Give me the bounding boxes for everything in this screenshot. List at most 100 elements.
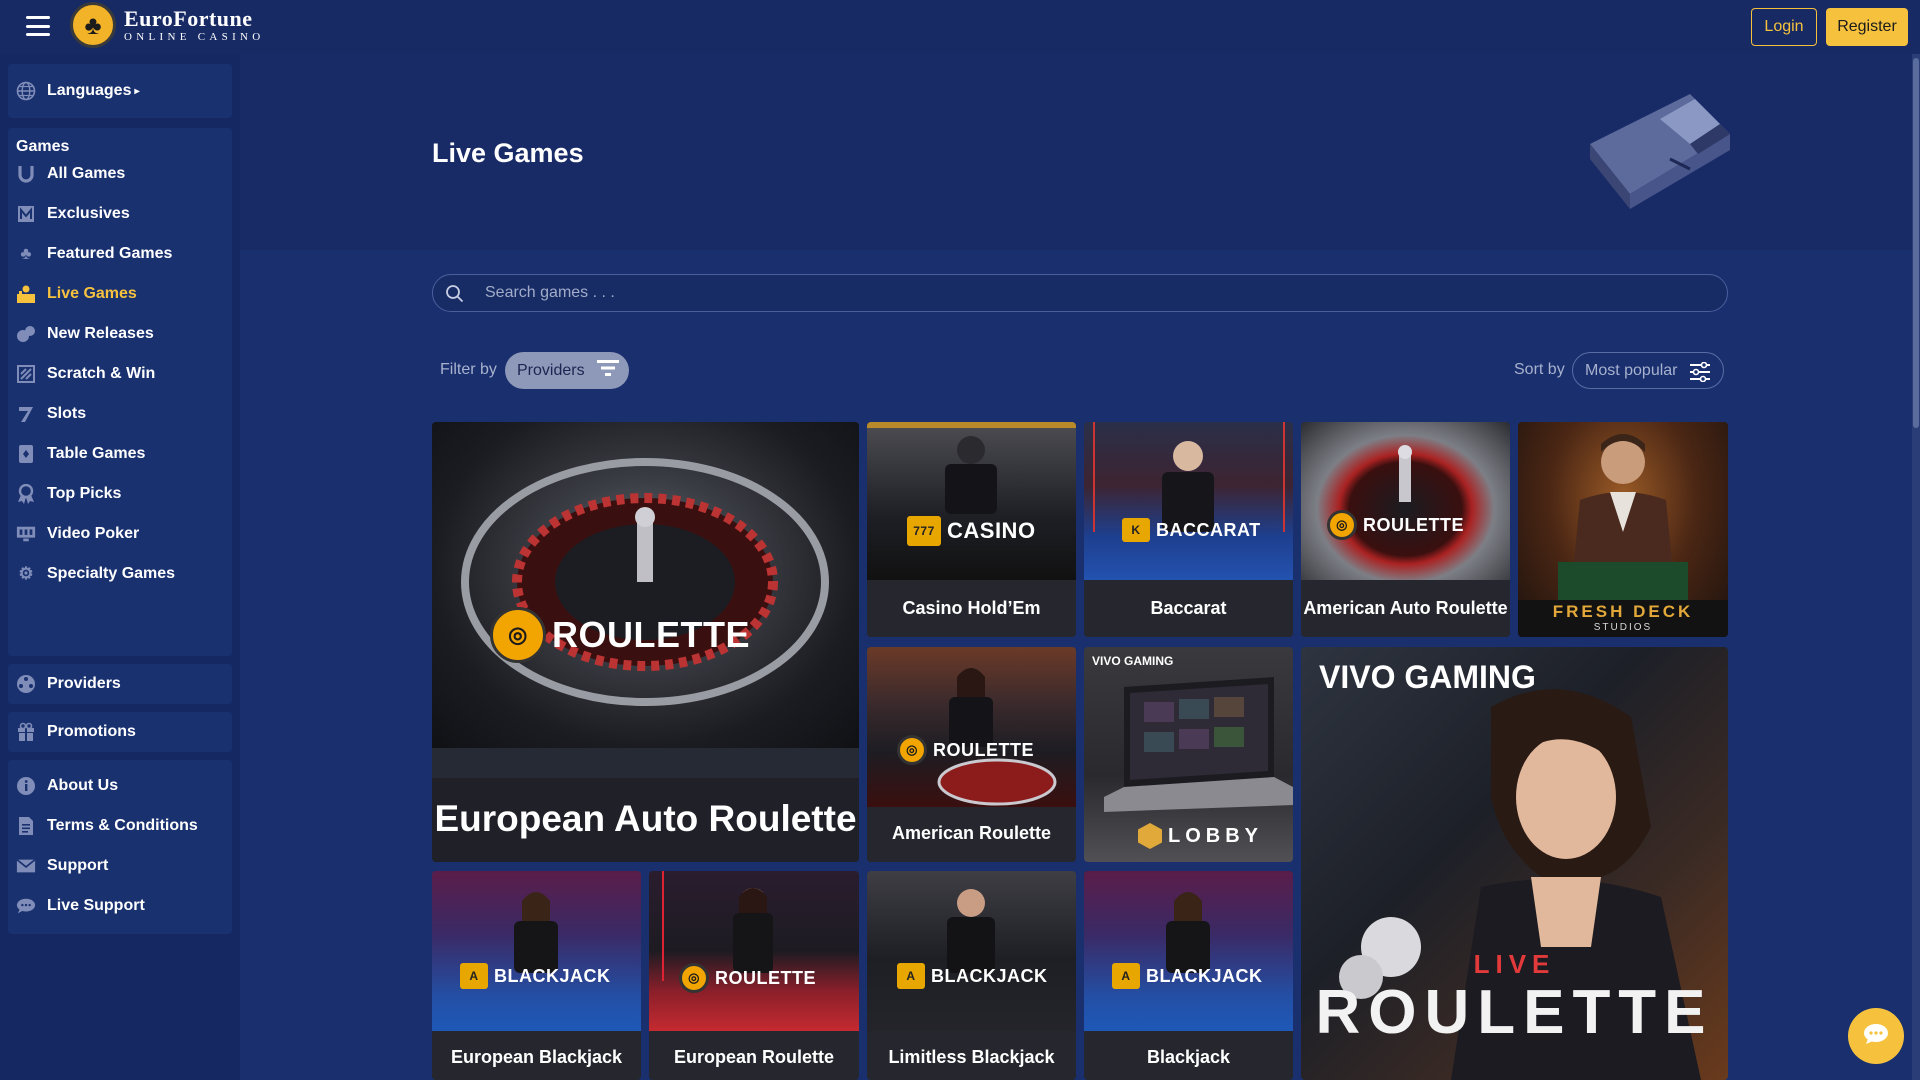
game-brand-label: CASINO bbox=[947, 518, 1036, 543]
game-brand-label: ROULETTE bbox=[1315, 978, 1714, 1047]
card-icon bbox=[16, 444, 36, 464]
languages-item[interactable]: Languages ▸ bbox=[16, 75, 140, 107]
game-tile-baccarat[interactable]: K BACCARAT Baccarat bbox=[1084, 422, 1293, 637]
logo[interactable]: ♣ EuroFortune ONLINE CASINO bbox=[70, 2, 265, 48]
languages-label: Languages bbox=[47, 82, 132, 99]
game-brand: 777 CASINO bbox=[907, 516, 1036, 546]
menu-icon[interactable] bbox=[26, 16, 50, 36]
game-brand: ◎ ROULETTE bbox=[679, 963, 816, 993]
caret-right-icon: ▸ bbox=[134, 85, 140, 97]
sidebar-item-video-poker[interactable]: Video Poker bbox=[16, 518, 139, 550]
monitor-icon bbox=[16, 524, 36, 544]
logo-subtitle: ONLINE CASINO bbox=[124, 30, 265, 43]
roulette-chip-icon: ◎ bbox=[1327, 510, 1357, 540]
sidebar-item-top-picks[interactable]: Top Picks bbox=[16, 478, 121, 510]
sidebar-item-support[interactable]: Support bbox=[16, 850, 108, 882]
sidebar-item-specialty-games[interactable]: ⚙ Specialty Games bbox=[16, 558, 175, 590]
sidebar-item-label: Live Games bbox=[47, 285, 137, 302]
game-title: Baccarat bbox=[1084, 580, 1293, 637]
gear-icon: ⚙ bbox=[18, 564, 34, 583]
top-bar: ♣ EuroFortune ONLINE CASINO Login Regist… bbox=[0, 0, 1920, 54]
chat-bubble-icon bbox=[1863, 1023, 1889, 1050]
live-chat-button[interactable] bbox=[1848, 1008, 1904, 1064]
game-thumbnail bbox=[1084, 871, 1293, 1031]
register-button[interactable]: Register bbox=[1826, 8, 1908, 46]
game-tile-vivo-live-roulette[interactable]: VIVO GAMING LIVE ROULETTE bbox=[1301, 647, 1728, 1080]
game-thumbnail bbox=[1084, 422, 1293, 580]
game-brand-label: ROULETTE bbox=[715, 967, 816, 988]
filter-label: Filter by bbox=[440, 361, 497, 378]
game-thumbnail bbox=[649, 871, 859, 1031]
game-brand-label: ROULETTE bbox=[933, 739, 1034, 760]
sidebar-item-label: Exclusives bbox=[47, 205, 130, 222]
game-brand-label: ROULETTE bbox=[1363, 514, 1464, 535]
sidebar-item-terms-conditions[interactable]: Terms & Conditions bbox=[16, 810, 198, 842]
exclusive-icon bbox=[16, 204, 36, 224]
sidebar-item-about-us[interactable]: About Us bbox=[16, 770, 118, 802]
search-input[interactable] bbox=[485, 275, 1685, 311]
game-title: Limitless Blackjack bbox=[867, 1031, 1076, 1080]
scrollbar-thumb[interactable] bbox=[1913, 58, 1919, 428]
providers-icon bbox=[16, 674, 36, 694]
sidebar-item-label: Top Picks bbox=[47, 485, 122, 502]
sidebar-item-label: Featured Games bbox=[47, 245, 173, 262]
sidebar-item-label: Live Support bbox=[47, 897, 145, 914]
game-title: American Roulette bbox=[867, 807, 1076, 862]
game-brand: A BLACKJACK bbox=[897, 963, 1048, 989]
game-tile-american-auto-roulette[interactable]: ◎ ROULETTE American Auto Roulette bbox=[1301, 422, 1510, 637]
sort-select[interactable]: Most popular bbox=[1572, 352, 1724, 389]
playing-cards-icon: A bbox=[897, 963, 925, 989]
game-title: European Auto Roulette bbox=[432, 778, 859, 862]
sidebar-item-table-games[interactable]: Table Games bbox=[16, 438, 145, 470]
lobby-badge-icon bbox=[1138, 823, 1162, 849]
scratch-icon bbox=[16, 364, 36, 384]
sidebar-item-exclusives[interactable]: Exclusives bbox=[16, 198, 130, 230]
game-tile-casino-holdem[interactable]: 777 CASINO Casino Hold’Em bbox=[867, 422, 1076, 637]
horseshoe-icon bbox=[16, 164, 36, 184]
filter-icon bbox=[596, 359, 619, 382]
sidebar-item-all-games[interactable]: All Games bbox=[16, 158, 125, 190]
page-scrollbar[interactable] bbox=[1912, 54, 1920, 1080]
sidebar-item-live-support[interactable]: Live Support bbox=[16, 890, 145, 922]
game-tile-fresh-deck-studios[interactable]: FRESH DECK STUDIOS bbox=[1518, 422, 1728, 637]
sidebar-item-live-games[interactable]: Live Games bbox=[16, 278, 137, 310]
playing-cards-icon: A bbox=[1112, 963, 1140, 989]
clover-logo-icon: ♣ bbox=[70, 2, 116, 48]
game-tile-american-roulette[interactable]: ◎ ROULETTE American Roulette bbox=[867, 647, 1076, 862]
sidebar-item-label: About Us bbox=[47, 777, 119, 794]
sidebar-item-featured-games[interactable]: ♣ Featured Games bbox=[16, 238, 172, 270]
game-title: Blackjack bbox=[1084, 1031, 1293, 1080]
page-hero: Live Games bbox=[240, 54, 1920, 250]
sidebar-item-providers[interactable]: Providers bbox=[16, 668, 121, 700]
sidebar-item-scratch-win[interactable]: Scratch & Win bbox=[16, 358, 155, 390]
promotions-block: Promotions bbox=[8, 712, 232, 752]
sliders-icon bbox=[1689, 361, 1711, 387]
sidebar-item-promotions[interactable]: Promotions bbox=[16, 716, 136, 748]
game-title: European Roulette bbox=[649, 1031, 859, 1080]
login-button[interactable]: Login bbox=[1751, 8, 1817, 46]
game-thumbnail bbox=[867, 647, 1076, 807]
sidebar-item-label: Video Poker bbox=[47, 525, 140, 542]
game-brand: A BLACKJACK bbox=[460, 963, 611, 989]
sidebar-item-slots[interactable]: Slots bbox=[16, 398, 86, 430]
award-icon bbox=[16, 484, 36, 504]
game-tile-european-blackjack[interactable]: A BLACKJACK European Blackjack bbox=[432, 871, 641, 1080]
search-bar[interactable] bbox=[432, 274, 1728, 312]
game-tile-blackjack[interactable]: A BLACKJACK Blackjack bbox=[1084, 871, 1293, 1080]
game-tile-vivo-lobby[interactable]: VIVO GAMING LOBBY bbox=[1084, 647, 1293, 862]
game-brand: ◎ ROULETTE bbox=[897, 735, 1034, 765]
playing-cards-icon: A bbox=[460, 963, 488, 989]
sidebar-item-label: Providers bbox=[47, 675, 121, 692]
sidebar-item-label: Table Games bbox=[47, 445, 146, 462]
chat-icon bbox=[16, 896, 36, 916]
sidebar-item-new-releases[interactable]: New Releases bbox=[16, 318, 154, 350]
game-tile-european-auto-roulette[interactable]: ◎ ROULETTE European Auto Roulette bbox=[432, 422, 859, 862]
providers-filter-button[interactable]: Providers bbox=[505, 352, 629, 389]
game-title: American Auto Roulette bbox=[1301, 580, 1510, 637]
game-title: European Blackjack bbox=[432, 1031, 641, 1080]
game-brand: LOBBY bbox=[1138, 823, 1263, 849]
sidebar-item-label: Scratch & Win bbox=[47, 365, 156, 382]
game-tile-european-roulette[interactable]: ◎ ROULETTE European Roulette bbox=[649, 871, 859, 1080]
game-thumbnail bbox=[1301, 422, 1510, 580]
game-tile-limitless-blackjack[interactable]: A BLACKJACK Limitless Blackjack bbox=[867, 871, 1076, 1080]
